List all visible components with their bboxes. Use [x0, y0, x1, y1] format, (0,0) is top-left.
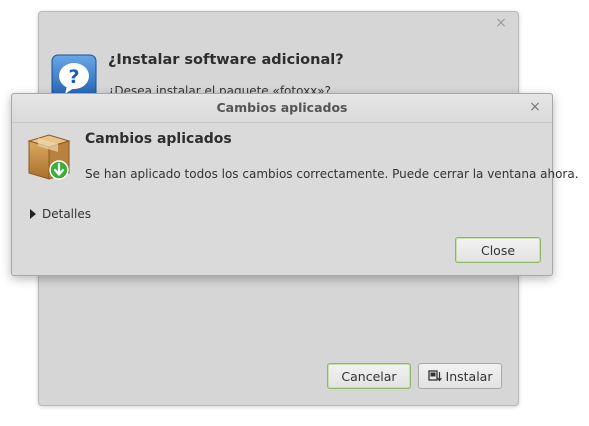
- changes-applied-dialog: Cambios aplicados × Cambios aplicados Se…: [11, 93, 579, 276]
- install-dialog-title: ¿Instalar software adicional?: [108, 52, 344, 68]
- dialog-window-title: Cambios aplicados: [216, 100, 348, 115]
- dialog-titlebar[interactable]: Cambios aplicados ×: [12, 94, 552, 123]
- expander-arrow-icon: [30, 209, 36, 219]
- package-icon: [27, 134, 71, 180]
- install-button[interactable]: Instalar: [418, 363, 502, 389]
- dialog-message: Se han aplicado todos los cambios correc…: [85, 167, 579, 181]
- cancel-button-label: Cancelar: [341, 368, 397, 384]
- svg-text:?: ?: [68, 66, 79, 88]
- install-icon: [427, 370, 442, 382]
- dialog-close-icon[interactable]: ×: [528, 100, 542, 114]
- close-button[interactable]: Close: [455, 237, 541, 263]
- details-expander[interactable]: Detalles: [30, 207, 91, 221]
- install-button-label: Instalar: [445, 368, 493, 384]
- details-label: Detalles: [42, 207, 91, 221]
- close-button-label: Close: [480, 242, 516, 258]
- install-dialog-close-icon[interactable]: ×: [494, 16, 508, 30]
- cancel-button[interactable]: Cancelar: [327, 363, 411, 389]
- dialog-heading: Cambios aplicados: [85, 131, 232, 147]
